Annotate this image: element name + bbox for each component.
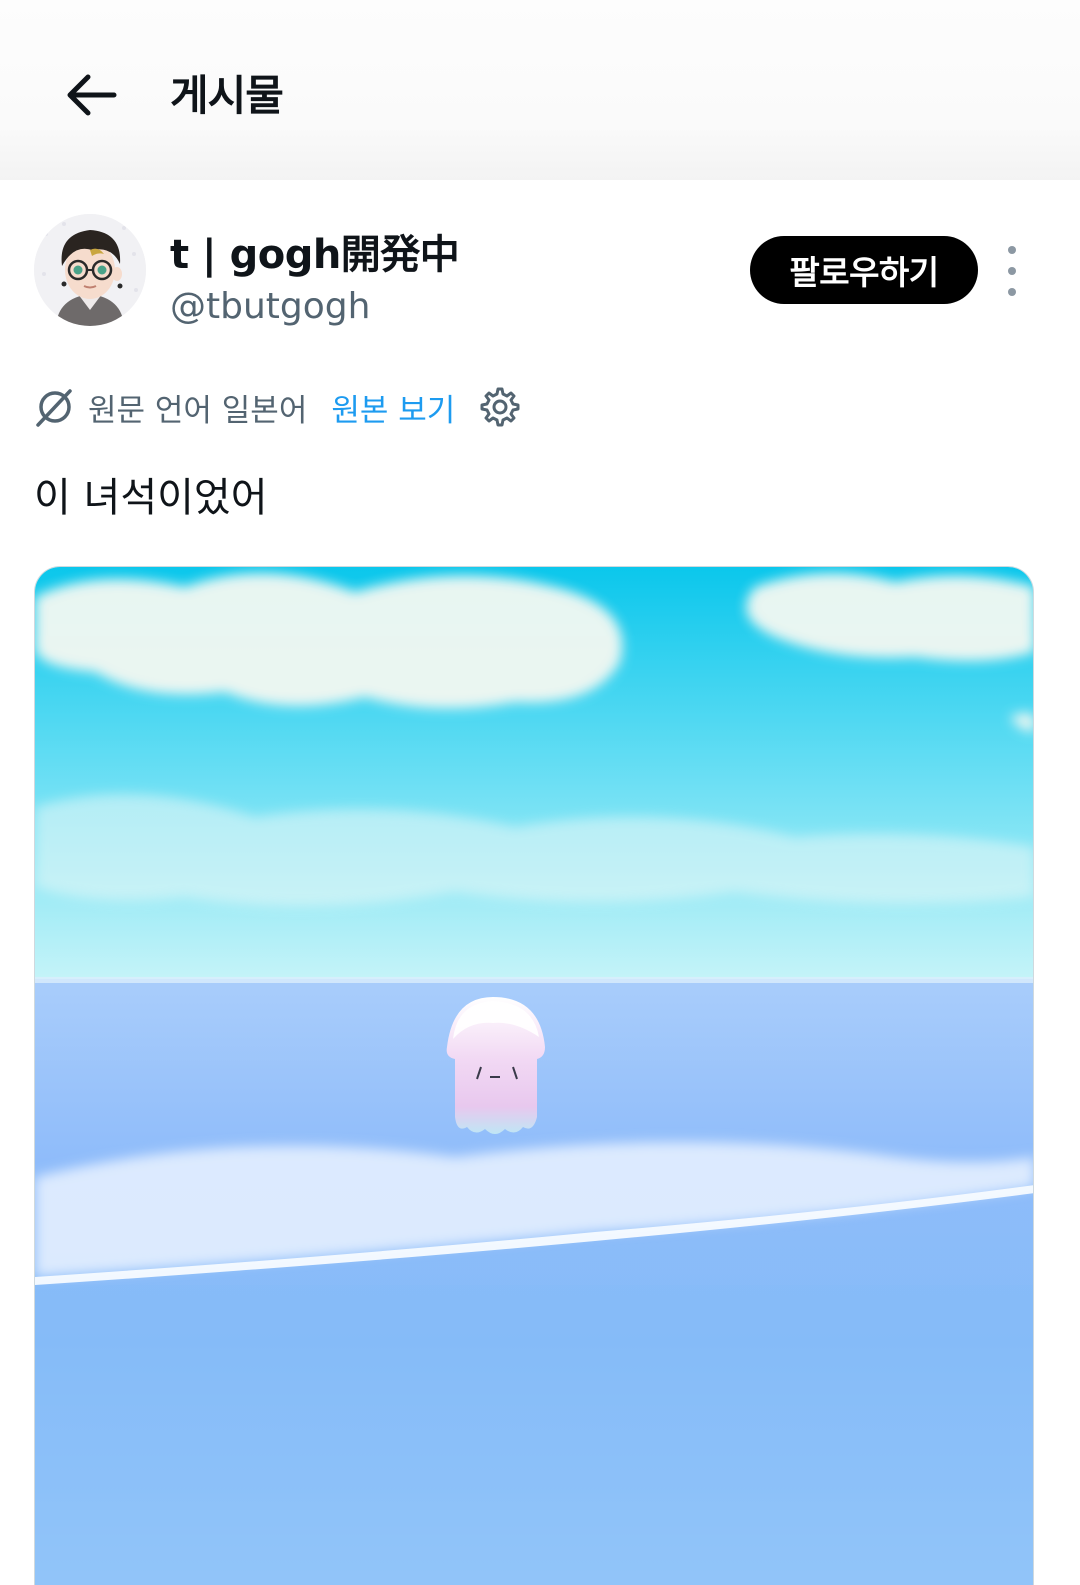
arrow-left-icon [67,74,117,116]
more-vertical-icon [1008,246,1016,254]
avatar-illustration [34,214,146,326]
translation-bar: 원문 언어 일본어 원본 보기 [34,382,521,432]
author-handle[interactable]: @tbutgogh [170,286,370,327]
view-original-link[interactable]: 원본 보기 [331,385,455,430]
follow-button[interactable]: 팔로우하기 [750,236,978,304]
more-options-button[interactable] [992,246,1032,296]
jellyfish-character [446,997,545,1134]
image-jellyfish-ocean [35,567,1033,1585]
more-vertical-icon-dot [1008,267,1016,275]
translate-globe-icon [36,389,72,427]
translation-notice: 원문 언어 일본어 [88,392,308,429]
back-button[interactable] [50,55,130,135]
author-display-name[interactable]: t | gogh開発中 [170,222,460,280]
top-bar: 게시물 [0,0,1080,180]
post-image[interactable] [34,566,1034,1585]
more-vertical-icon-dot [1008,288,1016,296]
page-title: 게시물 [170,71,284,120]
post-text: 이 녀석이었어 [34,475,268,521]
gear-icon[interactable] [479,386,521,428]
post-detail-page: 게시물 t | gogh開発中 @tbutgogh 팔로우하기 원문 언어 일본… [0,0,1080,1585]
avatar[interactable] [34,214,146,326]
